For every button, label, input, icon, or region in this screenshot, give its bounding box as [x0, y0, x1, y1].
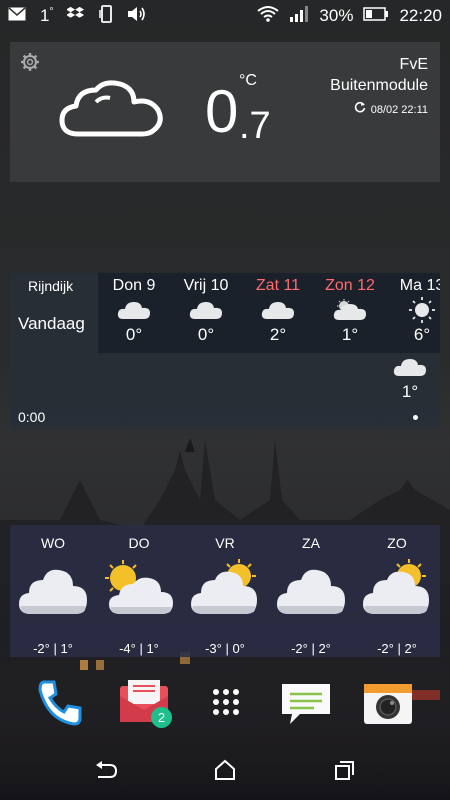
- phone-vibrate-icon: [99, 4, 113, 28]
- five-day-item[interactable]: WO -2° | 1°: [10, 525, 96, 657]
- camera-icon: [364, 684, 412, 724]
- five-day-item[interactable]: DO -4° | 1°: [96, 525, 182, 657]
- forecast-day-name: Zon 12: [325, 277, 375, 294]
- forecast-day-temp: 1°: [341, 325, 359, 344]
- five-day-item[interactable]: ZO -2° | 2°: [354, 525, 440, 657]
- volume-icon: [127, 6, 147, 27]
- camera-app[interactable]: [362, 676, 414, 728]
- five-day-range: -3° | 0°: [205, 641, 245, 656]
- cloud-icon: [98, 297, 170, 323]
- forecast-day-temp: 6°: [413, 325, 431, 344]
- home-button[interactable]: [214, 759, 236, 786]
- partly-sunny-icon: [314, 297, 386, 323]
- today-label: Vandaag: [18, 314, 85, 333]
- forecast-day-name: Don 9: [112, 277, 156, 294]
- forecast-day-temp: 0°: [197, 325, 215, 344]
- hourly-forecast-item: 1°: [390, 357, 430, 402]
- sun-icon: [386, 297, 440, 323]
- refresh-icon[interactable]: [354, 100, 366, 121]
- messages-app[interactable]: [280, 676, 332, 728]
- mail-app[interactable]: 2: [118, 676, 172, 728]
- cloud-icon: [242, 297, 314, 323]
- unread-badge: 2: [151, 707, 172, 728]
- last-update-time: 08/02 22:11: [370, 104, 428, 116]
- cloud-outline-icon: [58, 78, 166, 145]
- weather-station-widget[interactable]: °C 0 .7 FvE Buitenmodule 08/02 22:11: [10, 42, 440, 182]
- forecast-day[interactable]: Vrij 10 0°: [170, 273, 242, 353]
- five-day-label: WO: [40, 535, 66, 551]
- five-day-range: -2° | 2°: [291, 641, 331, 656]
- five-day-weather-widget[interactable]: WO -2° | 1° DO -4° | 1° VR -3° | 0° ZA -…: [10, 525, 440, 657]
- temperature-decimal: .7: [239, 105, 271, 147]
- cloud-icon: [268, 555, 354, 621]
- station-info: FvE Buitenmodule 08/02 22:11: [330, 54, 428, 121]
- recents-button[interactable]: [334, 759, 356, 786]
- app-drawer-button[interactable]: [200, 676, 252, 728]
- cloud-icon: [10, 555, 96, 621]
- forecast-day-name: Ma 13: [399, 277, 440, 294]
- five-day-range: -2° | 1°: [33, 641, 73, 656]
- app-grid-icon: [213, 689, 239, 715]
- five-day-label: DO: [128, 535, 150, 551]
- forecast-day-temp: 0°: [125, 325, 143, 344]
- phone-app[interactable]: [34, 676, 86, 728]
- notification-count: 1°: [40, 6, 54, 25]
- forecast-day[interactable]: Zat 11 2°: [242, 273, 314, 353]
- forecast-widget[interactable]: Rijndijk Vandaag Don 9 0° Vrij 10 0° Zat…: [10, 273, 440, 429]
- chat-bubble-icon: [282, 684, 330, 724]
- five-day-range: -4° | 1°: [119, 641, 159, 656]
- recents-icon: [335, 761, 354, 780]
- dropbox-icon: [66, 6, 85, 27]
- battery-percent: 30%: [319, 6, 354, 25]
- phone-icon: [38, 680, 82, 726]
- five-day-label: VR: [215, 535, 235, 551]
- five-day-label: ZO: [387, 535, 407, 551]
- battery-icon: [363, 6, 389, 26]
- cloud-icon: [390, 357, 430, 382]
- daily-forecast-strip[interactable]: Don 9 0° Vrij 10 0° Zat 11 2° Zon 12 1° …: [98, 273, 440, 353]
- temperature-unit: °C: [239, 72, 257, 89]
- five-day-item[interactable]: ZA -2° | 2°: [268, 525, 354, 657]
- cloud-icon: [170, 297, 242, 323]
- station-name: FvE: [399, 56, 428, 73]
- partly-sunny-icon: [354, 555, 440, 621]
- navigation-bar: [0, 745, 450, 800]
- hourly-temp: 1°: [401, 382, 419, 401]
- signal-icon: [289, 5, 309, 27]
- forecast-day[interactable]: Don 9 0°: [98, 273, 170, 353]
- mail-notification-icon: [8, 6, 26, 26]
- last-update: 08/02 22:11: [330, 100, 428, 121]
- five-day-item[interactable]: VR -3° | 0°: [182, 525, 268, 657]
- clock: 22:20: [399, 6, 442, 25]
- forecast-day-temp: 2°: [269, 325, 287, 344]
- five-day-label: ZA: [302, 535, 320, 551]
- back-icon: [96, 761, 118, 778]
- back-button[interactable]: [94, 759, 118, 786]
- app-dock: 2: [0, 676, 450, 734]
- forecast-day-name: Zat 11: [255, 277, 301, 294]
- forecast-day[interactable]: Zon 12 1°: [314, 273, 386, 353]
- forecast-day[interactable]: Ma 13 6°: [386, 273, 440, 353]
- home-icon: [215, 759, 235, 780]
- station-module: Buitenmodule: [330, 77, 428, 94]
- wifi-icon: [257, 5, 280, 28]
- partly-sunny-icon: [182, 555, 268, 621]
- city-name: Rijndijk: [28, 278, 74, 294]
- temperature-whole: 0: [205, 78, 239, 145]
- five-day-range: -2° | 2°: [377, 641, 417, 656]
- status-bar: 1° 30% 22:20: [0, 0, 450, 32]
- page-indicator-dot: [413, 415, 418, 420]
- gear-icon[interactable]: [20, 52, 40, 77]
- hourly-time-label: 0:00: [18, 409, 46, 425]
- forecast-day-name: Vrij 10: [183, 277, 229, 294]
- partly-sunny-icon: [96, 555, 182, 621]
